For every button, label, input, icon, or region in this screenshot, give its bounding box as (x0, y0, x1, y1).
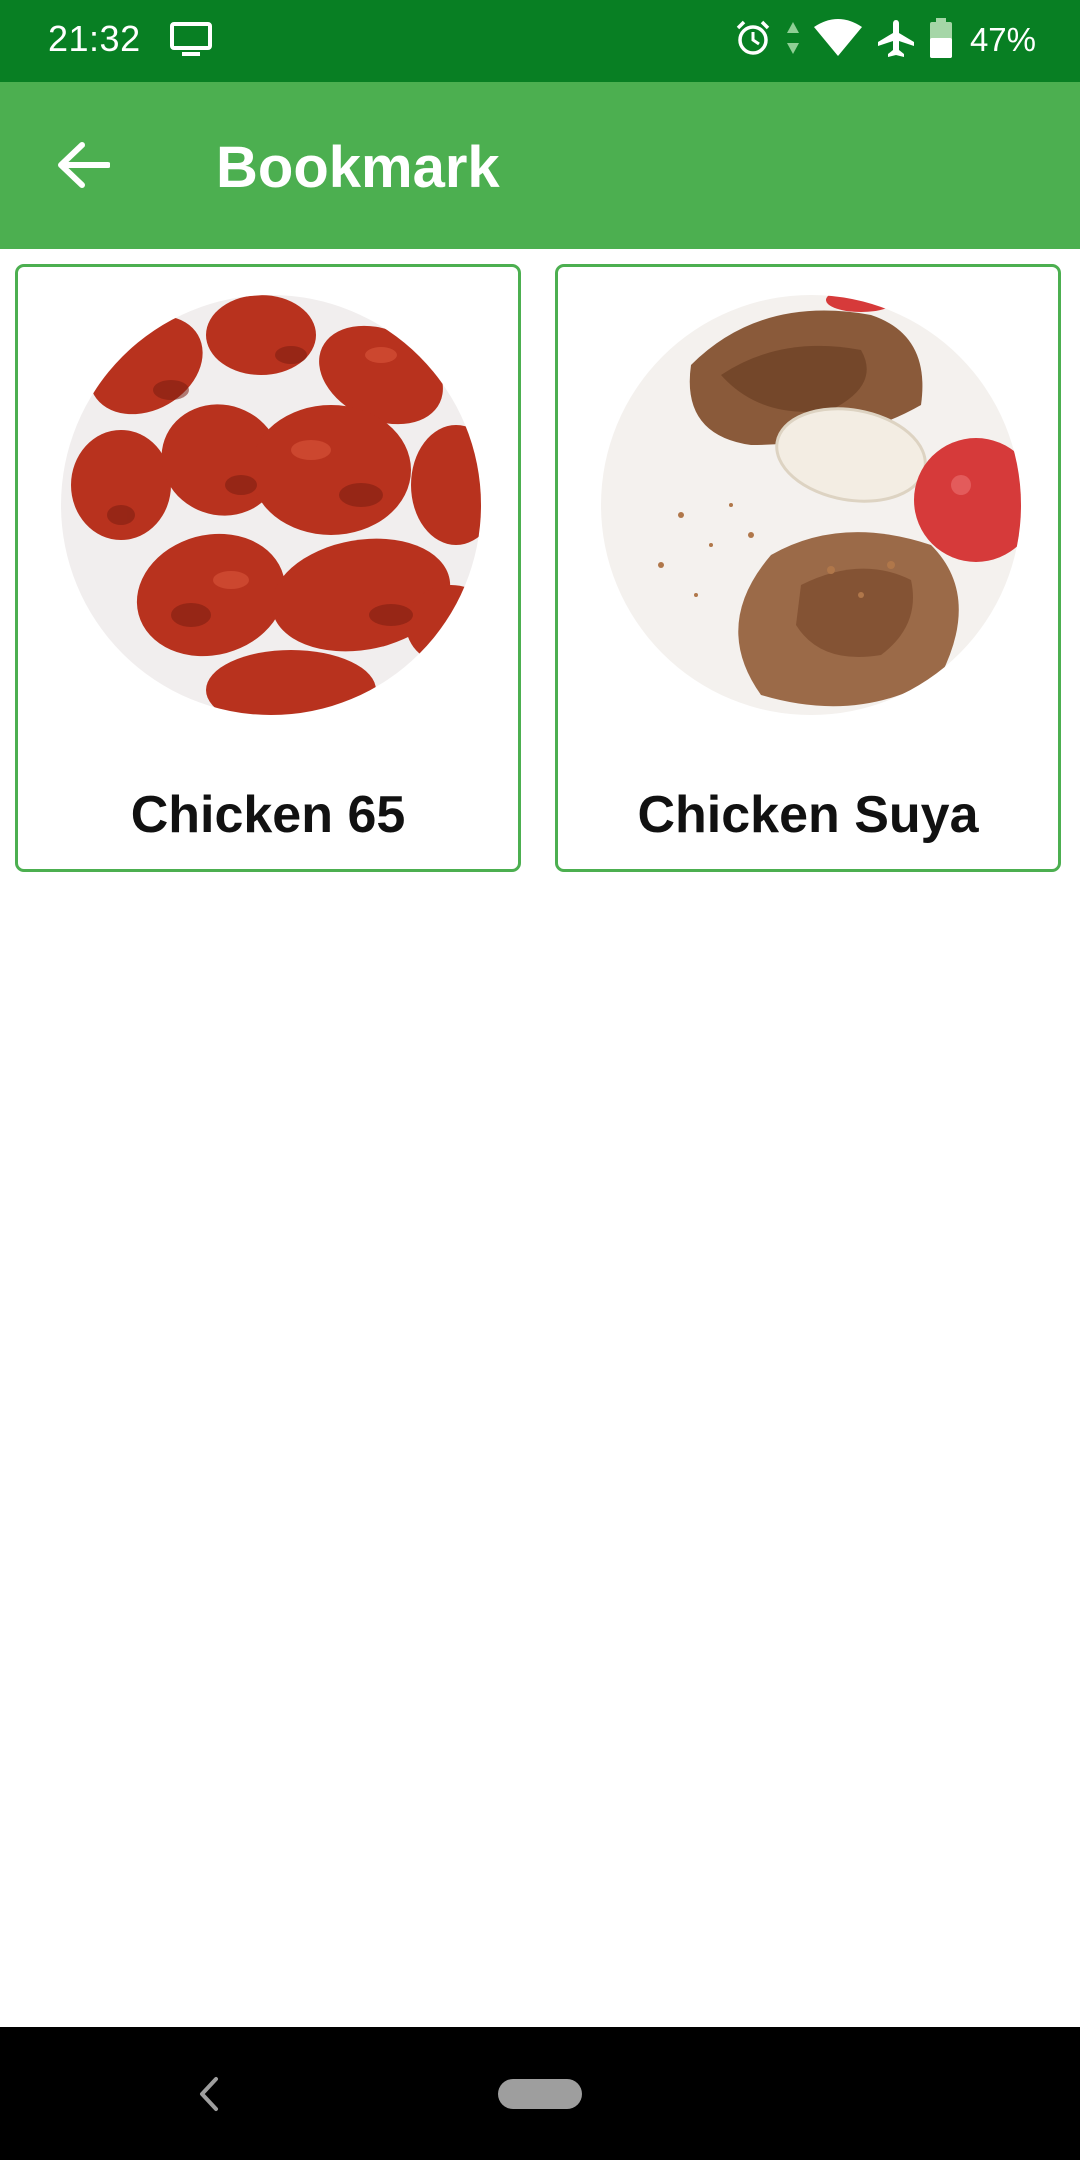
navigation-bar (0, 2027, 1080, 2160)
recipe-title: Chicken 65 (130, 786, 406, 844)
recipe-title: Chicken Suya (637, 786, 979, 844)
back-button[interactable] (44, 132, 122, 202)
status-icons: 47% (734, 16, 1036, 64)
bookmark-card-chicken-65[interactable]: Chicken 65 (15, 264, 521, 872)
arrow-back-icon (56, 141, 111, 194)
status-bar: 21:32 47% (0, 0, 1080, 82)
recipe-image (601, 295, 1021, 715)
alarm-icon (734, 19, 772, 62)
airplane-icon (876, 18, 916, 63)
recipe-image (61, 295, 481, 715)
nav-back-icon[interactable] (190, 2071, 226, 2122)
data-arrows-icon (786, 21, 800, 60)
cast-icon (170, 22, 212, 63)
app-bar: Bookmark (0, 82, 1080, 249)
bookmark-card-chicken-suya[interactable]: Chicken Suya (555, 264, 1061, 872)
home-pill[interactable] (498, 2079, 582, 2109)
battery-percent: 47% (969, 21, 1036, 58)
status-time: 21:32 (48, 18, 141, 59)
battery-icon (929, 17, 952, 63)
wifi-icon (813, 18, 862, 62)
page-title: Bookmark (216, 135, 500, 200)
